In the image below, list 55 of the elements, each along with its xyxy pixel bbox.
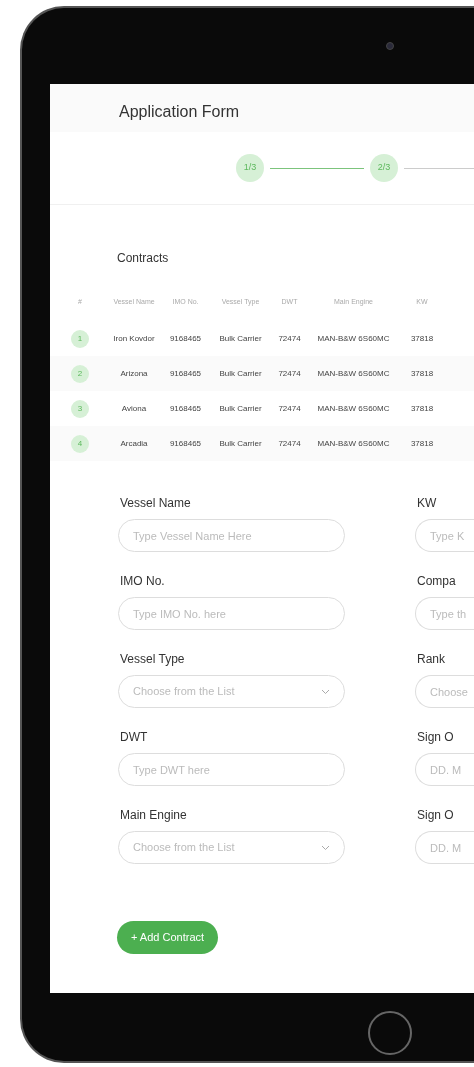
input-field[interactable]: Type Vessel Name Here: [118, 519, 345, 552]
row-number: 2: [71, 364, 89, 383]
table-cell-text: Bulk Carrier: [218, 437, 263, 450]
chevron-down-icon: [321, 844, 330, 851]
table-cell-text: 72474: [277, 332, 302, 345]
row-number: 4: [71, 434, 89, 453]
section-title: Contracts: [117, 251, 169, 265]
chevron-down-icon: [321, 688, 330, 695]
home-button[interactable]: [368, 1011, 412, 1055]
table-cell-text: 9168465: [168, 437, 203, 450]
field-label: Sign O: [416, 729, 455, 745]
input-field[interactable]: Choose: [415, 675, 474, 708]
input-field[interactable]: DD. M: [415, 753, 474, 786]
table-cell-text: Bulk Carrier: [218, 367, 263, 380]
field-label: Sign O: [416, 807, 455, 823]
input-field[interactable]: Type DWT here: [118, 753, 345, 786]
table-cell-text: 9168465: [168, 402, 203, 415]
table-row[interactable]: 4 Arcadia 9168465 Bulk Carrier 72474 MAN-B&W 6S60MC 37818: [50, 426, 474, 461]
table-cell-text: MAN-B&W 6S60MC: [316, 402, 391, 415]
table-cell-text: 9168465: [168, 332, 203, 345]
table-cell-text: Arcadia: [119, 437, 149, 450]
input-field[interactable]: DD. M: [415, 831, 474, 864]
field-label: DWT: [119, 729, 149, 745]
table-cell-text: Iron Kovdor: [112, 332, 156, 345]
input-field[interactable]: Type K: [415, 519, 474, 552]
table-row[interactable]: 2 Arizona 9168465 Bulk Carrier 72474 MAN-B&W 6S60MC 37818: [50, 356, 474, 391]
row-number: 3: [71, 399, 89, 418]
window-title: Application Form: [119, 104, 240, 120]
camera-icon: [386, 42, 394, 50]
table-cell-text: MAN-B&W 6S60MC: [316, 437, 391, 450]
table-cell-text: MAN-B&W 6S60MC: [316, 332, 391, 345]
field-label: KW: [416, 495, 438, 511]
table-cell-text: 72474: [277, 402, 302, 415]
field-label: Vessel Name: [119, 495, 192, 511]
table-cell-text: 72474: [277, 437, 302, 450]
row-number: 1: [71, 329, 89, 348]
table-cell-text: Aviona: [120, 402, 148, 415]
field-label: Vessel Type: [119, 651, 186, 667]
table-cell-text: Bulk Carrier: [218, 402, 263, 415]
table-cell-text: 37818: [409, 332, 435, 345]
table-cell-text: MAN-B&W 6S60MC: [316, 367, 391, 380]
table-cell-text: 37818: [409, 437, 435, 450]
table-cell-text: 37818: [409, 402, 435, 415]
field-label: Compa: [416, 573, 457, 589]
field-label: IMO No.: [119, 573, 166, 589]
field-label: Rank: [416, 651, 446, 667]
field-label: Main Engine: [119, 807, 188, 823]
table-cell-text: 9168465: [168, 367, 203, 380]
table-cell-text: Bulk Carrier: [218, 332, 263, 345]
table-cell-text: 72474: [277, 367, 302, 380]
input-field[interactable]: Type IMO No. here: [118, 597, 345, 630]
table-cell-text: Arizona: [119, 367, 149, 380]
add-contract-button[interactable]: + Add Contract: [117, 921, 219, 954]
input-field[interactable]: Type th: [415, 597, 474, 630]
table-cell-text: 37818: [409, 367, 435, 380]
